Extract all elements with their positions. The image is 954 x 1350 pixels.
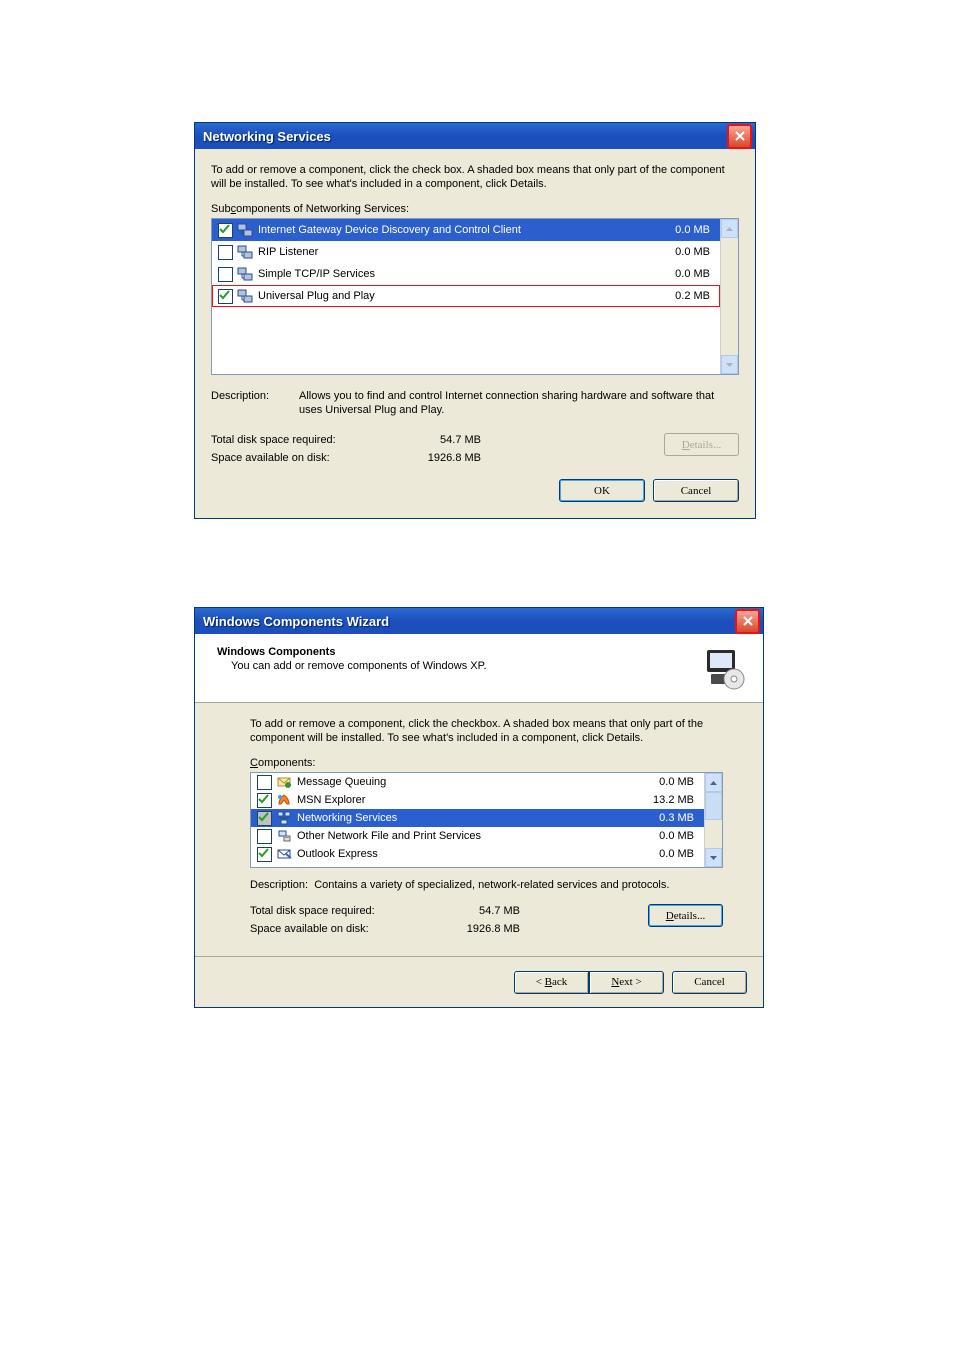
avail-space-label: Space available on disk: xyxy=(211,449,401,467)
list-item[interactable]: Simple TCP/IP Services0.0 MB xyxy=(212,263,720,285)
list-item-size: 13.2 MB xyxy=(634,794,694,806)
list-item[interactable]: Networking Services0.3 MB xyxy=(251,809,704,827)
avail-space-value: 1926.8 MB xyxy=(440,920,520,938)
checkbox[interactable] xyxy=(257,811,272,826)
checkbox[interactable] xyxy=(218,267,233,282)
details-button: Details... xyxy=(664,433,739,456)
subcomponents-label: Subcomponents of Networking Services: xyxy=(211,203,739,215)
wizard-header-subtitle: You can add or remove components of Wind… xyxy=(217,660,703,672)
list-item-size: 0.0 MB xyxy=(650,246,710,258)
details-button[interactable]: Details... xyxy=(648,904,723,927)
list-item[interactable]: Internet Gateway Device Discovery and Co… xyxy=(212,219,720,241)
wizard-header: Windows Components You can add or remove… xyxy=(195,634,763,703)
list-item-label: Universal Plug and Play xyxy=(258,290,650,302)
total-space-value: 54.7 MB xyxy=(440,902,520,920)
avail-space-value: 1926.8 MB xyxy=(401,449,481,467)
list-item[interactable]: Universal Plug and Play0.2 MB xyxy=(212,285,720,307)
list-item-size: 0.0 MB xyxy=(634,776,694,788)
avail-space-label: Space available on disk: xyxy=(250,920,440,938)
list-item-label: Internet Gateway Device Discovery and Co… xyxy=(258,224,650,236)
checkbox[interactable] xyxy=(218,245,233,260)
chevron-up-icon xyxy=(726,227,733,231)
list-item-label: Outlook Express xyxy=(297,848,634,860)
components-label: Components: xyxy=(250,757,723,769)
network-service-icon xyxy=(237,288,253,304)
net-icon xyxy=(276,810,292,826)
title-bar[interactable]: Windows Components Wizard xyxy=(195,608,763,634)
chevron-down-icon xyxy=(726,363,733,367)
description-text: Contains a variety of specialized, netwo… xyxy=(314,879,669,891)
list-item-size: 0.3 MB xyxy=(634,812,694,824)
cancel-button[interactable]: Cancel xyxy=(672,971,747,994)
description-label: Description: xyxy=(211,389,299,417)
next-button[interactable]: Next > xyxy=(589,971,664,994)
instructions-text: To add or remove a component, click the … xyxy=(250,717,723,745)
list-item[interactable]: RIP Listener0.0 MB xyxy=(212,241,720,263)
list-item[interactable]: Message Queuing0.0 MB xyxy=(251,773,704,791)
checkbox[interactable] xyxy=(218,223,233,238)
list-item[interactable]: Other Network File and Print Services0.0… xyxy=(251,827,704,845)
oe-icon xyxy=(276,846,292,862)
scroll-up-button[interactable] xyxy=(705,773,722,792)
scroll-down-button[interactable] xyxy=(721,355,738,374)
list-item-label: RIP Listener xyxy=(258,246,650,258)
scroll-down-button[interactable] xyxy=(705,848,722,867)
close-icon xyxy=(742,615,754,627)
list-item-label: Simple TCP/IP Services xyxy=(258,268,650,280)
scroll-thumb[interactable] xyxy=(705,792,722,820)
list-item[interactable]: MSN Explorer13.2 MB xyxy=(251,791,704,809)
msn-icon xyxy=(276,792,292,808)
chevron-down-icon xyxy=(710,856,717,860)
checkbox[interactable] xyxy=(257,793,272,808)
window-title: Windows Components Wizard xyxy=(203,614,735,629)
scrollbar[interactable] xyxy=(704,773,722,867)
subcomponents-listbox[interactable]: Internet Gateway Device Discovery and Co… xyxy=(211,218,739,375)
scroll-up-button[interactable] xyxy=(721,219,738,238)
total-space-value: 54.7 MB xyxy=(401,431,481,449)
close-icon xyxy=(734,130,746,142)
network-service-icon xyxy=(237,222,253,238)
description-label: Description: xyxy=(250,879,308,891)
list-item-size: 0.0 MB xyxy=(634,848,694,860)
cancel-button[interactable]: Cancel xyxy=(653,479,739,502)
checkbox[interactable] xyxy=(257,775,272,790)
close-button[interactable] xyxy=(735,609,760,634)
list-item[interactable]: Outlook Express0.0 MB xyxy=(251,845,704,863)
checkbox[interactable] xyxy=(257,829,272,844)
back-button[interactable]: < Back xyxy=(514,971,589,994)
checkbox[interactable] xyxy=(257,847,272,862)
list-item-size: 0.0 MB xyxy=(634,830,694,842)
window-title: Networking Services xyxy=(203,129,727,144)
list-item-size: 0.2 MB xyxy=(650,290,710,302)
total-space-label: Total disk space required: xyxy=(250,902,440,920)
chevron-up-icon xyxy=(710,781,717,785)
title-bar[interactable]: Networking Services xyxy=(195,123,755,149)
msmq-icon xyxy=(276,774,292,790)
computer-cd-icon xyxy=(703,646,747,690)
other-icon xyxy=(276,828,292,844)
description-row: Description: Contains a variety of speci… xyxy=(250,878,723,892)
ok-button[interactable]: OK xyxy=(559,479,645,502)
checkbox[interactable] xyxy=(218,289,233,304)
windows-components-wizard-dialog: Windows Components Wizard Windows Compon… xyxy=(194,607,764,1008)
wizard-header-title: Windows Components xyxy=(217,646,703,658)
components-listbox[interactable]: Message Queuing0.0 MBMSN Explorer13.2 MB… xyxy=(250,772,723,868)
total-space-label: Total disk space required: xyxy=(211,431,401,449)
instructions-text: To add or remove a component, click the … xyxy=(211,163,739,191)
list-item-size: 0.0 MB xyxy=(650,224,710,236)
list-item-size: 0.0 MB xyxy=(650,268,710,280)
network-service-icon xyxy=(237,244,253,260)
list-item-label: Networking Services xyxy=(297,812,634,824)
scrollbar[interactable] xyxy=(720,219,738,374)
networking-services-dialog: Networking Services To add or remove a c… xyxy=(194,122,756,519)
list-item-label: Other Network File and Print Services xyxy=(297,830,634,842)
network-service-icon xyxy=(237,266,253,282)
list-item-label: MSN Explorer xyxy=(297,794,634,806)
list-item-label: Message Queuing xyxy=(297,776,634,788)
close-button[interactable] xyxy=(727,124,752,149)
description-text: Allows you to find and control Internet … xyxy=(299,389,739,417)
